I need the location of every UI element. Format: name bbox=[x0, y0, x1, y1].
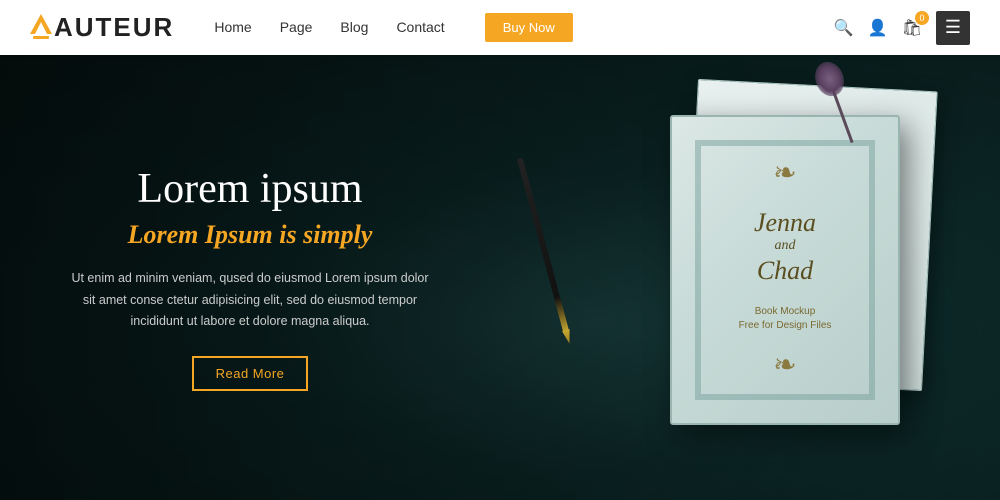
book-subtitle-line2: Free for Design Files bbox=[739, 319, 832, 333]
hero-content: Lorem ipsum Lorem Ipsum is simply Ut eni… bbox=[0, 55, 500, 500]
nav-item-home[interactable]: Home bbox=[214, 19, 251, 37]
hero-heading: Lorem ipsum bbox=[137, 164, 362, 214]
book-subtitle: Book Mockup Free for Design Files bbox=[739, 305, 832, 333]
nav-item-page[interactable]: Page bbox=[280, 19, 313, 37]
book-subtitle-line1: Book Mockup bbox=[739, 305, 832, 319]
user-icon[interactable]: 👤 bbox=[868, 18, 888, 38]
book-scene: ❧ Jenna and Chad Book Mockup Free for De… bbox=[460, 75, 940, 495]
book-main: ❧ Jenna and Chad Book Mockup Free for De… bbox=[670, 115, 900, 425]
navbar-right: 🔍 👤 🛍 0 ☰ bbox=[834, 11, 970, 45]
nav-links: Home Page Blog Contact bbox=[214, 19, 444, 37]
cart-icon[interactable]: 🛍 0 bbox=[902, 18, 922, 38]
navbar-left: AUTEUR Home Page Blog Contact Buy Now bbox=[30, 12, 573, 43]
hero-subheading: Lorem Ipsum is simply bbox=[128, 220, 373, 250]
nav-item-blog[interactable]: Blog bbox=[340, 19, 368, 37]
hamburger-button[interactable]: ☰ bbox=[936, 11, 970, 45]
cart-badge: 0 bbox=[915, 11, 929, 25]
logo[interactable]: AUTEUR bbox=[30, 12, 174, 43]
navbar: AUTEUR Home Page Blog Contact Buy Now 🔍 … bbox=[0, 0, 1000, 55]
book-ornament-bottom: ❧ bbox=[773, 352, 796, 380]
buy-now-button[interactable]: Buy Now bbox=[485, 13, 573, 42]
book-ornament-top: ❧ bbox=[773, 160, 796, 188]
pen-decoration bbox=[517, 157, 569, 332]
book-title: Jenna and Chad bbox=[754, 207, 816, 286]
logo-icon bbox=[30, 14, 52, 42]
hero-description: Ut enim ad minim veniam, qused do eiusmo… bbox=[70, 268, 430, 332]
read-more-button[interactable]: Read More bbox=[192, 356, 309, 391]
hero-section: ❧ Jenna and Chad Book Mockup Free for De… bbox=[0, 55, 1000, 500]
book-inner: ❧ Jenna and Chad Book Mockup Free for De… bbox=[695, 140, 876, 400]
nav-item-contact[interactable]: Contact bbox=[396, 19, 444, 37]
book-title-line3: Chad bbox=[754, 255, 816, 286]
book-title-line2: and bbox=[754, 238, 816, 255]
book-title-line1: Jenna bbox=[754, 207, 816, 238]
search-icon[interactable]: 🔍 bbox=[834, 18, 854, 38]
logo-text: AUTEUR bbox=[54, 12, 174, 43]
